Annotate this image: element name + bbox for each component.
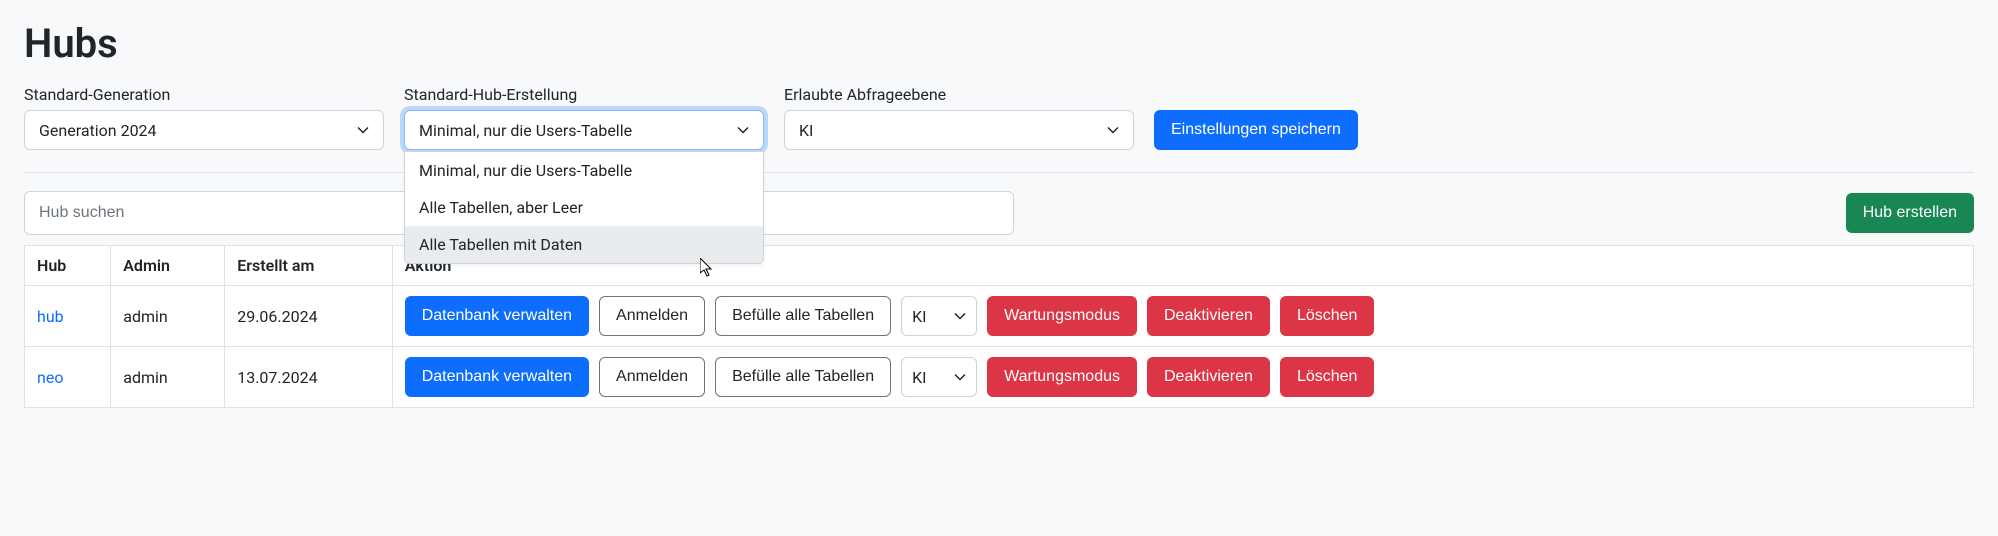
maintenance-button[interactable]: Wartungsmodus (987, 296, 1137, 336)
table-row: neo admin13.07.2024 Datenbank verwaltenAnm… (25, 347, 1974, 408)
query-level-label: Erlaubte Abfrageebene (784, 85, 1134, 104)
search-row: Hub erstellen (24, 191, 1974, 235)
generation-select[interactable]: Generation 2024 (24, 110, 384, 150)
actions-cell: Datenbank verwaltenAnmeldenBefülle alle … (405, 357, 1961, 397)
row-level-select[interactable]: KI (901, 357, 977, 397)
row-level-value: KI (912, 368, 926, 387)
query-level-value: KI (799, 121, 813, 140)
hub-creation-field: Standard-Hub-Erstellung Minimal, nur die… (404, 85, 764, 150)
dropdown-option[interactable]: Minimal, nur die Users-Tabelle (405, 152, 763, 189)
delete-button[interactable]: Löschen (1280, 357, 1375, 397)
generation-value: Generation 2024 (39, 121, 157, 140)
login-button[interactable]: Anmelden (599, 296, 705, 336)
fill-tables-button[interactable]: Befülle alle Tabellen (715, 296, 891, 336)
query-level-field: Erlaubte Abfrageebene KI (784, 85, 1134, 150)
hub-creation-select[interactable]: Minimal, nur die Users-Tabelle (404, 110, 764, 150)
hub-creation-dropdown[interactable]: Minimal, nur die Users-Tabelle Alle Tabe… (404, 151, 764, 264)
delete-button[interactable]: Löschen (1280, 296, 1375, 336)
chevron-down-icon (737, 124, 749, 136)
manage-db-button[interactable]: Datenbank verwalten (405, 296, 589, 336)
manage-db-button[interactable]: Datenbank verwalten (405, 357, 589, 397)
admin-cell: admin (111, 286, 225, 347)
actions-cell: Datenbank verwaltenAnmeldenBefülle alle … (405, 296, 1961, 336)
generation-field: Standard-Generation Generation 2024 (24, 85, 384, 150)
maintenance-button[interactable]: Wartungsmodus (987, 357, 1137, 397)
dropdown-option[interactable]: Alle Tabellen, aber Leer (405, 189, 763, 226)
row-level-select[interactable]: KI (901, 296, 977, 336)
created-cell: 29.06.2024 (225, 286, 393, 347)
admin-cell: admin (111, 347, 225, 408)
hub-creation-value: Minimal, nur die Users-Tabelle (419, 121, 632, 140)
chevron-down-icon (1107, 124, 1119, 136)
deactivate-button[interactable]: Deaktivieren (1147, 357, 1270, 397)
dropdown-option[interactable]: Alle Tabellen mit Daten (405, 226, 763, 263)
hub-link[interactable]: hub (37, 307, 64, 326)
login-button[interactable]: Anmelden (599, 357, 705, 397)
hub-link[interactable]: neo (37, 368, 63, 387)
chevron-down-icon (954, 371, 966, 383)
create-hub-button[interactable]: Hub erstellen (1846, 193, 1974, 233)
chevron-down-icon (357, 124, 369, 136)
settings-bar: Standard-Generation Generation 2024 Stan… (24, 85, 1974, 173)
query-level-select[interactable]: KI (784, 110, 1134, 150)
col-hub: Hub (25, 246, 111, 286)
generation-label: Standard-Generation (24, 85, 384, 104)
hubs-table: Hub Admin Erstellt am Aktion hub admin29.… (24, 245, 1974, 408)
table-header-row: Hub Admin Erstellt am Aktion (25, 246, 1974, 286)
col-created: Erstellt am (225, 246, 393, 286)
col-admin: Admin (111, 246, 225, 286)
row-level-value: KI (912, 307, 926, 326)
hub-creation-label: Standard-Hub-Erstellung (404, 85, 764, 104)
deactivate-button[interactable]: Deaktivieren (1147, 296, 1270, 336)
table-row: hub admin29.06.2024 Datenbank verwaltenAnm… (25, 286, 1974, 347)
created-cell: 13.07.2024 (225, 347, 393, 408)
save-settings-button[interactable]: Einstellungen speichern (1154, 110, 1358, 150)
fill-tables-button[interactable]: Befülle alle Tabellen (715, 357, 891, 397)
chevron-down-icon (954, 310, 966, 322)
page-title: Hubs (24, 20, 1974, 67)
